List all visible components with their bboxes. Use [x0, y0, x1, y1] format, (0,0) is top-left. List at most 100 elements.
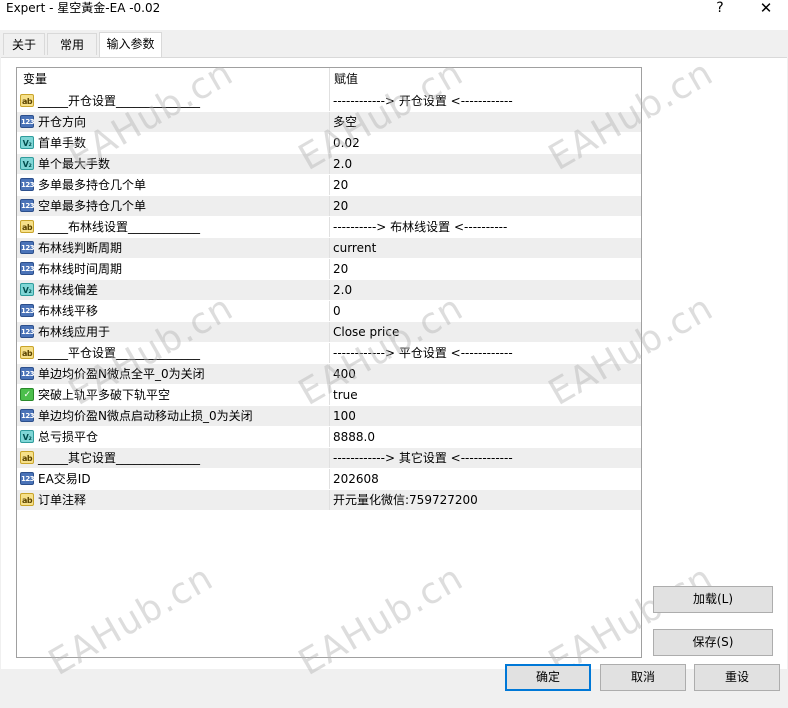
- parameter-row[interactable]: V₂ 单个最大手数 2.0: [17, 154, 641, 175]
- parameter-row[interactable]: ab 订单注释 开元量化微信:759727200: [17, 490, 641, 511]
- parameter-value-cell[interactable]: ----------> 布林线设置 <----------: [329, 217, 641, 237]
- grid-rows: ab _____开仓设置______________ ------------> 开…: [17, 91, 641, 511]
- double-type-icon: V₂: [20, 157, 34, 170]
- reset-button[interactable]: 重设: [694, 664, 780, 691]
- parameter-value-cell[interactable]: ------------> 平仓设置 <------------: [329, 343, 641, 363]
- parameter-variable-cell[interactable]: 123 空单最多持仓几个单: [17, 196, 329, 216]
- tab-common[interactable]: 常用: [47, 33, 97, 55]
- parameter-name: 突破上轨平多破下轨平空: [38, 388, 171, 402]
- parameter-name: _____布林线设置____________: [38, 220, 201, 234]
- parameter-value-cell[interactable]: 100: [329, 406, 641, 426]
- parameter-variable-cell[interactable]: 123 布林线平移: [17, 301, 329, 321]
- integer-type-icon: 123: [20, 262, 35, 275]
- parameter-name: 单边均价盈N微点启动移动止损_0为关闭: [38, 409, 253, 423]
- column-header-value[interactable]: 赋值: [329, 68, 641, 91]
- parameter-variable-cell[interactable]: ab _____布林线设置____________: [17, 217, 329, 237]
- parameter-row[interactable]: V₂ 首单手数 0.02: [17, 133, 641, 154]
- parameter-row[interactable]: 123 多单最多持仓几个单 20: [17, 175, 641, 196]
- parameter-value-cell[interactable]: 2.0: [329, 154, 641, 174]
- parameter-value-cell[interactable]: 0: [329, 301, 641, 321]
- parameter-name: 单边均价盈N微点全平_0为关闭: [38, 367, 205, 381]
- parameter-row[interactable]: ab _____平仓设置______________ ------------> 平…: [17, 343, 641, 364]
- parameter-value-cell[interactable]: true: [329, 385, 641, 405]
- parameter-row[interactable]: 123 开仓方向 多空: [17, 112, 641, 133]
- parameter-name: 总亏损平仓: [38, 430, 99, 444]
- parameter-name: EA交易ID: [38, 472, 91, 486]
- parameter-value-cell[interactable]: 20: [329, 259, 641, 279]
- grid-header: 变量 赋值: [17, 68, 641, 91]
- load-button[interactable]: 加载(L): [653, 586, 773, 613]
- parameter-variable-cell[interactable]: 123 布林线应用于: [17, 322, 329, 342]
- parameter-value-cell[interactable]: 0.02: [329, 133, 641, 153]
- parameter-value-cell[interactable]: 202608: [329, 469, 641, 489]
- parameter-row[interactable]: 123 布林线平移 0: [17, 301, 641, 322]
- parameter-variable-cell[interactable]: ab _____开仓设置______________: [17, 91, 329, 111]
- string-type-icon: ab: [20, 451, 34, 464]
- parameter-name: 多单最多持仓几个单: [38, 178, 147, 192]
- parameter-variable-cell[interactable]: 123 多单最多持仓几个单: [17, 175, 329, 195]
- tab-about[interactable]: 关于: [3, 33, 45, 55]
- parameter-row[interactable]: 123 布林线时间周期 20: [17, 259, 641, 280]
- parameter-value-cell[interactable]: 多空: [329, 112, 641, 132]
- integer-type-icon: 123: [20, 409, 35, 422]
- parameter-row[interactable]: 123 单边均价盈N微点启动移动止损_0为关闭 100: [17, 406, 641, 427]
- parameter-variable-cell[interactable]: 123 单边均价盈N微点全平_0为关闭: [17, 364, 329, 384]
- parameter-variable-cell[interactable]: 123 单边均价盈N微点启动移动止损_0为关闭: [17, 406, 329, 426]
- parameter-value-cell[interactable]: 20: [329, 175, 641, 195]
- parameter-row[interactable]: 123 布林线判断周期 current: [17, 238, 641, 259]
- string-type-icon: ab: [20, 493, 34, 506]
- column-header-variable[interactable]: 变量: [17, 68, 329, 91]
- parameter-name: 开仓方向: [38, 115, 87, 129]
- window-title: Expert - 星空黃金-EA -0.02: [6, 1, 161, 15]
- parameter-value-cell[interactable]: 400: [329, 364, 641, 384]
- title-bar: Expert - 星空黃金-EA -0.02 ? ✕: [0, 0, 788, 30]
- cancel-button[interactable]: 取消: [600, 664, 686, 691]
- parameter-value-cell[interactable]: 2.0: [329, 280, 641, 300]
- help-button[interactable]: ?: [708, 0, 732, 18]
- parameter-variable-cell[interactable]: 123 开仓方向: [17, 112, 329, 132]
- parameter-value-cell[interactable]: ------------> 其它设置 <------------: [329, 448, 641, 468]
- parameter-variable-cell[interactable]: 123 EA交易ID: [17, 469, 329, 489]
- parameter-row[interactable]: 123 EA交易ID 202608: [17, 469, 641, 490]
- parameter-variable-cell[interactable]: ab 订单注释: [17, 490, 329, 510]
- tab-inputs[interactable]: 输入参数: [99, 32, 162, 57]
- parameter-variable-cell[interactable]: 123 布林线时间周期: [17, 259, 329, 279]
- parameter-value-cell[interactable]: ------------> 开仓设置 <------------: [329, 91, 641, 111]
- parameter-row[interactable]: ab _____开仓设置______________ ------------> 开…: [17, 91, 641, 112]
- parameter-row[interactable]: 123 单边均价盈N微点全平_0为关闭 400: [17, 364, 641, 385]
- save-button[interactable]: 保存(S): [653, 629, 773, 656]
- parameter-name: 布林线判断周期: [38, 241, 123, 255]
- parameter-row[interactable]: ab _____其它设置______________ ------------> 其…: [17, 448, 641, 469]
- parameter-variable-cell[interactable]: ab _____其它设置______________: [17, 448, 329, 468]
- integer-type-icon: 123: [20, 367, 35, 380]
- parameter-row[interactable]: 123 布林线应用于 Close price: [17, 322, 641, 343]
- integer-type-icon: 123: [20, 115, 35, 128]
- parameter-name: 单个最大手数: [38, 157, 111, 171]
- parameter-name: 布林线偏差: [38, 283, 99, 297]
- parameter-variable-cell[interactable]: V₂ 布林线偏差: [17, 280, 329, 300]
- ok-button[interactable]: 确定: [505, 664, 591, 691]
- string-type-icon: ab: [20, 220, 34, 233]
- parameter-row[interactable]: V₂ 布林线偏差 2.0: [17, 280, 641, 301]
- parameter-value-cell[interactable]: Close price: [329, 322, 641, 342]
- parameter-name: 布林线平移: [38, 304, 99, 318]
- parameter-value-cell[interactable]: current: [329, 238, 641, 258]
- parameter-row[interactable]: 123 空单最多持仓几个单 20: [17, 196, 641, 217]
- integer-type-icon: 123: [20, 241, 35, 254]
- boolean-type-icon: ✓: [20, 388, 34, 401]
- parameter-variable-cell[interactable]: ✓ 突破上轨平多破下轨平空: [17, 385, 329, 405]
- parameter-variable-cell[interactable]: V₂ 首单手数: [17, 133, 329, 153]
- parameter-variable-cell[interactable]: V₂ 总亏损平仓: [17, 427, 329, 447]
- parameter-row[interactable]: ✓ 突破上轨平多破下轨平空 true: [17, 385, 641, 406]
- parameter-value-cell[interactable]: 20: [329, 196, 641, 216]
- parameter-row[interactable]: V₂ 总亏损平仓 8888.0: [17, 427, 641, 448]
- parameter-variable-cell[interactable]: 123 布林线判断周期: [17, 238, 329, 258]
- parameter-value-cell[interactable]: 开元量化微信:759727200: [329, 490, 641, 510]
- parameter-name: 订单注释: [38, 493, 87, 507]
- parameter-value-cell[interactable]: 8888.0: [329, 427, 641, 447]
- parameter-variable-cell[interactable]: V₂ 单个最大手数: [17, 154, 329, 174]
- parameter-row[interactable]: ab _____布林线设置____________ ----------> 布林线设…: [17, 217, 641, 238]
- parameter-name: _____其它设置______________: [38, 451, 201, 465]
- parameter-variable-cell[interactable]: ab _____平仓设置______________: [17, 343, 329, 363]
- close-button[interactable]: ✕: [754, 0, 778, 18]
